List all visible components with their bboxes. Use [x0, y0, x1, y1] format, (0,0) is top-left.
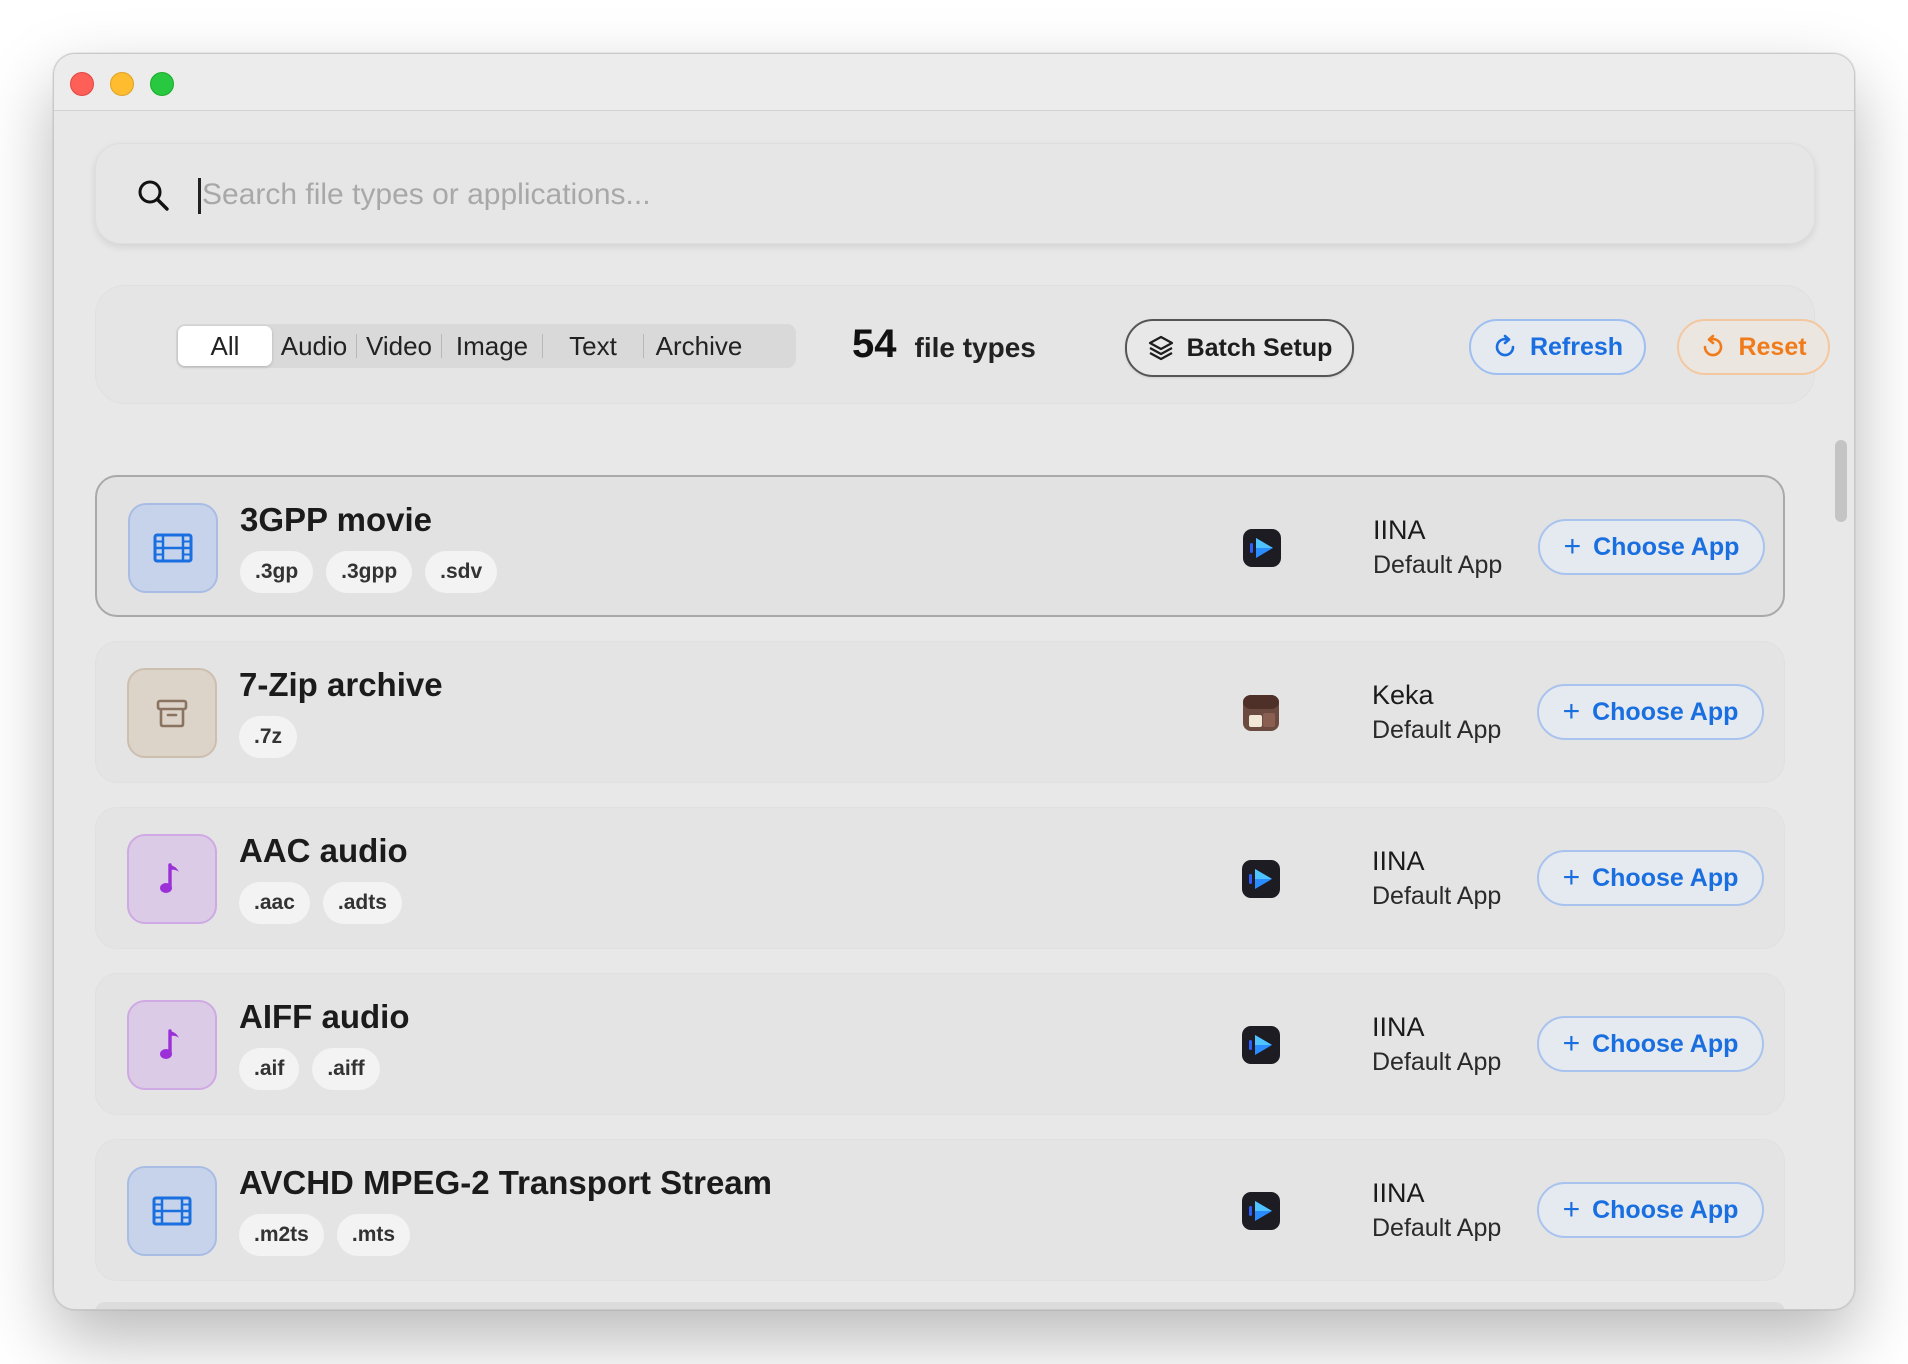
video-type-badge	[127, 1166, 217, 1256]
file-type-row[interactable]: 3GPP movie .3gp .3gpp .sdv IINA Default …	[95, 475, 1785, 617]
plus-icon: +	[1562, 861, 1581, 894]
film-icon	[152, 1196, 192, 1226]
plus-icon: +	[1562, 1027, 1581, 1060]
next-row-edge	[95, 1302, 1785, 1309]
default-app-caption: Default App	[1373, 551, 1503, 579]
extension-chip: .sdv	[425, 551, 498, 593]
plus-icon: +	[1563, 530, 1582, 563]
tab-image[interactable]: Image	[442, 326, 542, 366]
zoom-window-button[interactable]	[150, 72, 174, 96]
choose-app-button[interactable]: + Choose App	[1537, 850, 1764, 906]
extension-list: .7z	[239, 716, 298, 758]
filter-toolbar: All Audio Video Image Text Archive 54 fi…	[95, 285, 1830, 404]
default-app-name: IINA	[1372, 846, 1425, 876]
choose-app-button[interactable]: + Choose App	[1537, 1182, 1764, 1238]
file-type-name: AVCHD MPEG-2 Transport Stream	[239, 1164, 772, 1201]
plus-icon: +	[1562, 695, 1581, 728]
extension-chip: .3gp	[240, 551, 314, 593]
reset-label: Reset	[1738, 332, 1807, 361]
choose-app-button[interactable]: + Choose App	[1538, 519, 1765, 575]
extension-list: .aac .adts	[239, 882, 402, 924]
refresh-label: Refresh	[1529, 332, 1624, 361]
extension-chip: .aif	[239, 1048, 300, 1090]
file-type-row[interactable]: AIFF audio .aif .aiff IINA Default App +…	[95, 973, 1785, 1115]
extension-chip: .mts	[336, 1214, 411, 1256]
choose-app-label: Choose App	[1592, 1195, 1739, 1224]
file-type-name: AIFF audio	[239, 998, 410, 1035]
choose-app-label: Choose App	[1592, 1029, 1739, 1058]
scrollbar-thumb[interactable]	[1835, 440, 1847, 522]
iina-icon	[1242, 860, 1280, 898]
search-bar[interactable]	[95, 143, 1815, 244]
tab-archive[interactable]: Archive	[644, 326, 754, 366]
extension-chip: .aiff	[312, 1048, 380, 1090]
audio-type-badge	[127, 1000, 217, 1090]
extension-chip: .adts	[322, 882, 402, 924]
tab-video[interactable]: Video	[357, 326, 441, 366]
choose-app-button[interactable]: + Choose App	[1537, 1016, 1764, 1072]
music-note-icon	[160, 863, 179, 893]
default-app-name: IINA	[1373, 515, 1426, 545]
iina-icon	[1242, 1026, 1280, 1064]
file-type-row[interactable]: AVCHD MPEG-2 Transport Stream .m2ts .mts…	[95, 1139, 1785, 1281]
count-label: file types	[914, 332, 1036, 363]
reset-icon	[1704, 334, 1723, 357]
choose-app-button[interactable]: + Choose App	[1537, 684, 1764, 740]
plus-icon: +	[1562, 1193, 1581, 1226]
default-app-caption: Default App	[1372, 882, 1502, 910]
music-note-icon	[160, 1029, 179, 1059]
tab-audio[interactable]: Audio	[272, 326, 356, 366]
file-type-name: 7-Zip archive	[239, 666, 443, 703]
file-type-name: AAC audio	[239, 832, 408, 869]
film-icon	[153, 533, 193, 563]
default-app-caption: Default App	[1372, 1048, 1502, 1076]
close-window-button[interactable]	[70, 72, 94, 96]
file-type-row[interactable]: AAC audio .aac .adts IINA Default App + …	[95, 807, 1785, 949]
batch-setup-button[interactable]: Batch Setup	[1125, 319, 1354, 377]
extension-chip: .3gpp	[326, 551, 413, 593]
default-app-caption: Default App	[1372, 716, 1502, 744]
choose-app-label: Choose App	[1592, 697, 1739, 726]
extension-list: .m2ts .mts	[239, 1214, 411, 1256]
default-app-name: Keka	[1372, 680, 1434, 710]
tab-text[interactable]: Text	[543, 326, 643, 366]
iina-icon	[1242, 1192, 1280, 1230]
audio-type-badge	[127, 834, 217, 924]
batch-setup-label: Batch Setup	[1186, 333, 1333, 362]
extension-chip: .7z	[239, 716, 298, 758]
category-filter: All Audio Video Image Text Archive	[176, 324, 796, 368]
extension-list: .aif .aiff	[239, 1048, 380, 1090]
tab-all[interactable]: All	[178, 326, 272, 366]
extension-chip: .m2ts	[239, 1214, 324, 1256]
file-type-name: 3GPP movie	[240, 501, 432, 538]
archive-type-badge	[127, 668, 217, 758]
extension-chip: .aac	[239, 882, 310, 924]
iina-icon	[1243, 529, 1281, 567]
count-number: 54	[852, 322, 897, 366]
title-bar	[54, 54, 1854, 111]
default-app-name: IINA	[1372, 1012, 1425, 1042]
layers-icon	[1148, 335, 1173, 361]
search-icon	[138, 180, 169, 211]
choose-app-label: Choose App	[1592, 863, 1739, 892]
minimize-window-button[interactable]	[110, 72, 134, 96]
app-window: All Audio Video Image Text Archive 54 fi…	[53, 53, 1855, 1310]
refresh-icon	[1495, 334, 1515, 357]
video-type-badge	[128, 503, 218, 593]
choose-app-label: Choose App	[1593, 532, 1740, 561]
archive-box-icon	[156, 699, 188, 728]
extension-list: .3gp .3gpp .sdv	[240, 551, 498, 593]
keka-icon	[1243, 695, 1279, 731]
text-cursor	[198, 178, 201, 214]
file-type-count: 54 file types	[852, 322, 1036, 367]
search-input[interactable]	[202, 166, 1762, 224]
default-app-caption: Default App	[1372, 1214, 1502, 1242]
default-app-name: IINA	[1372, 1178, 1425, 1208]
refresh-button[interactable]: Refresh	[1469, 319, 1646, 375]
vertical-scrollbar[interactable]	[1831, 430, 1849, 1309]
reset-button[interactable]: Reset	[1677, 319, 1830, 375]
file-type-row[interactable]: 7-Zip archive .7z Keka Default App + Cho…	[95, 641, 1785, 783]
